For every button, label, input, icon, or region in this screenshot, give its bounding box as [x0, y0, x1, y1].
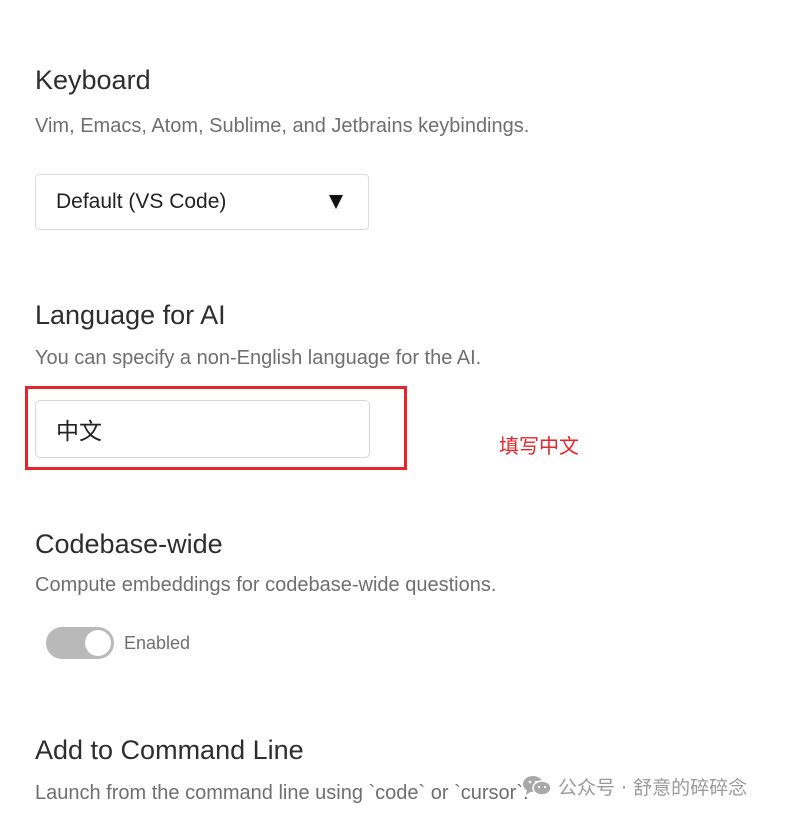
command-line-heading: Add to Command Line — [35, 735, 304, 765]
language-description: You can specify a non-English language f… — [35, 347, 482, 369]
keyboard-heading: Keyboard — [35, 65, 151, 95]
keybinding-select-value: Default (VS Code) — [56, 190, 227, 213]
watermark-text: 公众号 · 舒意的碎碎念 — [558, 776, 748, 799]
keyboard-description: Vim, Emacs, Atom, Sublime, and Jetbrains… — [35, 115, 530, 137]
dropdown-triangle-icon — [329, 195, 343, 209]
codebase-section: Codebase-wide Compute embeddings for cod… — [35, 527, 496, 598]
embeddings-toggle[interactable] — [46, 627, 114, 659]
watermark: 公众号 · 舒意的碎碎念 — [522, 772, 747, 800]
keyboard-section: Keyboard Vim, Emacs, Atom, Sublime, and … — [35, 63, 529, 139]
language-input[interactable] — [35, 400, 370, 458]
annotation-label: 填写中文 — [499, 434, 579, 458]
command-line-section: Add to Command Line Launch from the comm… — [35, 733, 529, 806]
toggle-knob — [85, 630, 111, 656]
language-section: Language for AI You can specify a non-En… — [35, 298, 481, 371]
codebase-heading: Codebase-wide — [35, 529, 223, 559]
toggle-label: Enabled — [124, 633, 191, 653]
wechat-icon — [523, 776, 552, 796]
codebase-description: Compute embeddings for codebase-wide que… — [35, 574, 497, 596]
command-line-description: Launch from the command line using `code… — [35, 782, 529, 804]
keybinding-select[interactable]: Default (VS Code) — [35, 174, 369, 230]
language-heading: Language for AI — [35, 300, 226, 330]
